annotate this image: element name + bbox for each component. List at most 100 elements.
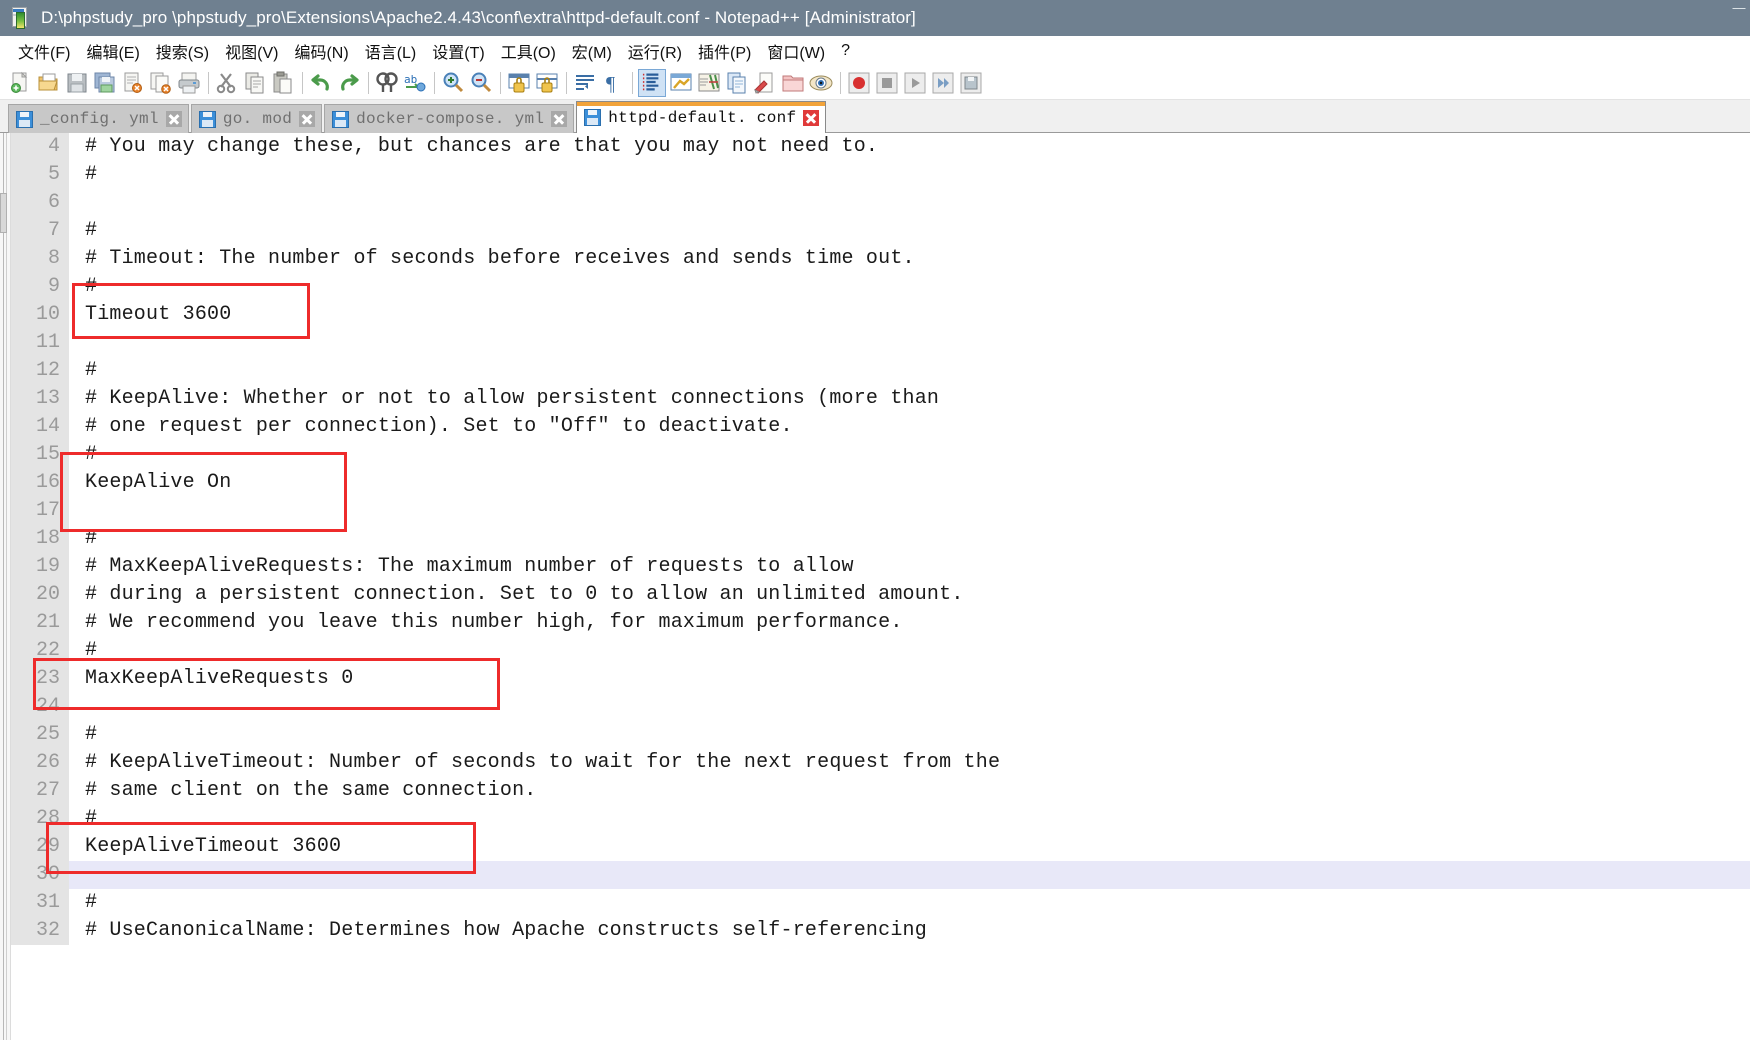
menu-edit[interactable]: 编辑(E)	[78, 36, 147, 66]
editor-line[interactable]: 31 #	[11, 889, 1750, 917]
zoom-out-icon[interactable]	[468, 70, 494, 96]
close-file-icon[interactable]	[120, 70, 146, 96]
menu-search[interactable]: 搜索(S)	[148, 36, 217, 66]
file-save-icon	[584, 109, 602, 126]
record-macro-icon[interactable]	[846, 70, 872, 96]
save-all-icon[interactable]	[92, 70, 118, 96]
indent-guide-icon[interactable]	[638, 68, 666, 97]
editor-line[interactable]: 6	[11, 189, 1750, 217]
close-icon[interactable]	[551, 111, 568, 127]
close-icon[interactable]	[165, 111, 182, 127]
editor-line[interactable]: 21 # We recommend you leave this number h…	[11, 609, 1750, 637]
line-number: 11	[11, 329, 69, 357]
save-icon[interactable]	[64, 70, 90, 96]
editor-line[interactable]: 9 #	[11, 273, 1750, 301]
open-file-icon[interactable]	[36, 70, 62, 96]
editor-line[interactable]: 25 #	[11, 721, 1750, 749]
code-view[interactable]: 4 # You may change these, but chances are…	[11, 133, 1750, 1040]
menu-macro[interactable]: 宏(M)	[564, 36, 620, 66]
minimize-button[interactable]: —	[1728, 0, 1750, 20]
editor-line[interactable]: 15 #	[11, 441, 1750, 469]
word-wrap-icon[interactable]	[572, 70, 598, 96]
editor-line[interactable]: 20 # during a persistent connection. Set …	[11, 581, 1750, 609]
editor-line[interactable]: 32 # UseCanonicalName: Determines how Apa…	[11, 917, 1750, 945]
menu-language[interactable]: 语言(L)	[357, 36, 425, 66]
line-text: #	[85, 163, 98, 186]
editor-line[interactable]: 11	[11, 329, 1750, 357]
menu-help[interactable]: ?	[833, 39, 858, 63]
window-controls: —	[1728, 0, 1750, 36]
editor-line[interactable]: 17	[11, 497, 1750, 525]
menu-view[interactable]: 视图(V)	[217, 36, 286, 66]
menu-tools[interactable]: 工具(O)	[493, 36, 564, 66]
zoom-in-icon[interactable]	[440, 70, 466, 96]
line-number: 29	[11, 833, 69, 861]
doc-map-icon[interactable]	[696, 70, 722, 96]
user-defined-language-icon[interactable]	[668, 70, 694, 96]
editor-line[interactable]: 26 # KeepAliveTimeout: Number of seconds …	[11, 749, 1750, 777]
notepadpp-icon	[10, 6, 32, 30]
file-save-icon	[198, 110, 216, 128]
monitoring-icon[interactable]	[808, 70, 834, 96]
editor-line[interactable]: 4 # You may change these, but chances are…	[11, 133, 1750, 161]
close-icon[interactable]	[299, 111, 316, 127]
find-icon[interactable]	[374, 70, 400, 96]
editor-line[interactable]: 27 # same client on the same connection.	[11, 777, 1750, 805]
sync-horizontal-scroll-icon[interactable]	[534, 70, 560, 96]
toolbar-separator	[434, 71, 435, 94]
replace-icon[interactable]: ab	[402, 70, 428, 96]
scroll-handle[interactable]	[0, 193, 7, 233]
editor-area[interactable]: 4 # You may change these, but chances are…	[0, 133, 1750, 1040]
function-list-icon[interactable]	[724, 70, 750, 96]
editor-line[interactable]: 16 KeepAlive On	[11, 469, 1750, 497]
menu-encoding[interactable]: 编码(N)	[286, 36, 356, 66]
tab-docker-compose-yml[interactable]: docker-compose. yml	[324, 104, 575, 133]
menu-window[interactable]: 窗口(W)	[759, 36, 833, 66]
new-file-icon[interactable]	[8, 70, 34, 96]
cut-icon[interactable]	[214, 70, 240, 96]
editor-line[interactable]: 29 KeepAliveTimeout 3600	[11, 833, 1750, 861]
editor-line-current[interactable]: 30	[11, 861, 1750, 889]
stop-recording-icon[interactable]	[874, 70, 900, 96]
menu-plugins[interactable]: 插件(P)	[690, 36, 759, 66]
close-all-icon[interactable]	[148, 70, 174, 96]
menu-file[interactable]: 文件(F)	[10, 36, 78, 66]
editor-line[interactable]: 8 # Timeout: The number of seconds before…	[11, 245, 1750, 273]
run-macro-multiple-icon[interactable]	[930, 70, 956, 96]
show-all-characters-icon[interactable]: ¶	[600, 70, 626, 96]
paste-icon[interactable]	[270, 70, 296, 96]
tab-httpd-default-conf[interactable]: httpd-default. conf	[576, 101, 827, 133]
line-number: 4	[11, 133, 69, 161]
show-non-printing-icon[interactable]	[752, 70, 778, 96]
undo-icon[interactable]	[308, 70, 334, 96]
editor-line[interactable]: 22 #	[11, 637, 1750, 665]
tab-go-mod[interactable]: go. mod	[190, 104, 323, 133]
editor-line[interactable]: 28 #	[11, 805, 1750, 833]
editor-line[interactable]: 7 #	[11, 217, 1750, 245]
close-icon[interactable]	[803, 109, 820, 126]
editor-line[interactable]: 13 # KeepAlive: Whether or not to allow p…	[11, 385, 1750, 413]
copy-icon[interactable]	[242, 70, 268, 96]
line-text: MaxKeepAliveRequests 0	[85, 667, 354, 690]
editor-line[interactable]: 5 #	[11, 161, 1750, 189]
editor-line[interactable]: 18 #	[11, 525, 1750, 553]
menu-settings[interactable]: 设置(T)	[424, 36, 492, 66]
editor-line[interactable]: 19 # MaxKeepAliveRequests: The maximum nu…	[11, 553, 1750, 581]
save-macro-icon[interactable]	[958, 70, 984, 96]
sync-vertical-scroll-icon[interactable]	[506, 70, 532, 96]
editor-line[interactable]: 14 # one request per connection). Set to …	[11, 413, 1750, 441]
menu-run[interactable]: 运行(R)	[620, 36, 690, 66]
line-text: #	[85, 443, 98, 466]
playback-icon[interactable]	[902, 70, 928, 96]
folder-as-workspace-icon[interactable]	[780, 70, 806, 96]
print-icon[interactable]	[176, 70, 202, 96]
tab-config-yml[interactable]: _config. yml	[8, 104, 189, 133]
editor-line[interactable]: 12 #	[11, 357, 1750, 385]
editor-line[interactable]: 23 MaxKeepAliveRequests 0	[11, 665, 1750, 693]
redo-icon[interactable]	[336, 70, 362, 96]
line-number: 6	[11, 189, 69, 217]
editor-line[interactable]: 10 Timeout 3600	[11, 301, 1750, 329]
line-text: #	[85, 219, 98, 242]
line-number: 15	[11, 441, 69, 469]
editor-line[interactable]: 24	[11, 693, 1750, 721]
